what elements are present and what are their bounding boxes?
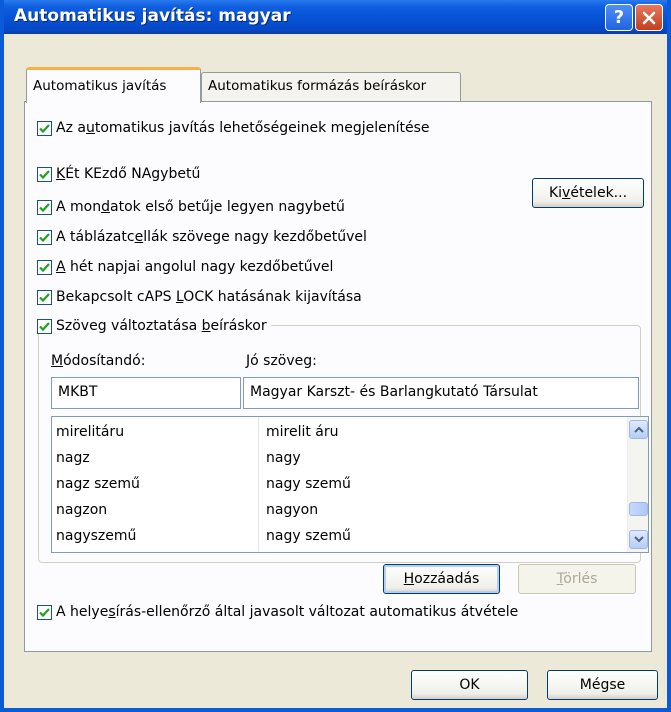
two-initial-capitals-checkbox[interactable]: [37, 166, 52, 182]
help-button[interactable]: ?: [605, 4, 633, 31]
autocorrect-entries-list[interactable]: mirelitáru mirelit áru nagz nagy nagz sz…: [51, 416, 649, 553]
button-label: OK: [459, 677, 480, 693]
checkmark-icon: [39, 607, 50, 617]
table-cells-option[interactable]: A táblázatcellák szövege nagy kezdőbetűv…: [37, 229, 367, 245]
autocorrect-dialog: Automatikus javítás: magyar ? Automatiku…: [0, 0, 671, 712]
chevron-up-icon: [633, 426, 644, 433]
checkmark-icon: [39, 123, 50, 133]
day-names-option[interactable]: A hét napjai angolul nagy kezdőbetűvel: [37, 259, 333, 275]
list-item[interactable]: nagzon nagyon: [52, 499, 629, 525]
checkmark-icon: [39, 232, 50, 242]
capitalize-sentences-checkbox[interactable]: [37, 199, 52, 215]
button-label: Mégse: [579, 677, 626, 693]
list-item-from: nagz szemű: [56, 476, 140, 492]
list-item-from: nagyszemű: [56, 528, 137, 544]
list-item[interactable]: nagz szemű nagy szemű: [52, 473, 629, 499]
help-icon: ?: [613, 7, 625, 28]
list-scrollbar[interactable]: [627, 417, 648, 552]
checkmark-icon: [39, 262, 50, 272]
list-item-to: nagy szemű: [266, 476, 351, 492]
show-buttons-option[interactable]: Az automatikus javítás lehetőségeinek me…: [37, 120, 430, 136]
list-item-from: nagz: [56, 450, 90, 466]
chevron-down-icon: [633, 536, 644, 543]
two-initial-capitals-option[interactable]: KÉt KEzdő NAgybetű: [37, 166, 200, 182]
option-label: Az automatikus javítás lehetőségeinek me…: [56, 120, 430, 136]
list-item-from: mirelitáru: [56, 424, 125, 440]
option-label: KÉt KEzdő NAgybetű: [56, 166, 201, 182]
exceptions-button[interactable]: Kivételek...: [532, 178, 644, 208]
close-button[interactable]: [635, 4, 663, 31]
day-names-checkbox[interactable]: [37, 259, 52, 275]
replace-input[interactable]: MKBT: [51, 377, 241, 409]
tab-panel: Az automatikus javítás lehetőségeinek me…: [24, 101, 652, 652]
scroll-up-button[interactable]: [629, 420, 648, 439]
scroll-thumb[interactable]: [629, 502, 648, 516]
ok-button[interactable]: OK: [411, 670, 528, 700]
list-item[interactable]: mirelitáru mirelit áru: [52, 421, 629, 447]
capitalize-sentences-option[interactable]: A mondatok első betűje legyen nagybetű: [37, 199, 345, 215]
button-label: Törlés: [556, 571, 598, 587]
tab-autocorrect[interactable]: Automatikus javítás: [26, 67, 201, 103]
replace-label: Módosítandó:: [51, 353, 146, 369]
button-label: Kivételek...: [548, 185, 628, 201]
spelling-suggestions-checkbox[interactable]: [37, 604, 52, 620]
caps-lock-option[interactable]: Bekapcsolt cAPS LOCK hatásának kijavítás…: [37, 289, 362, 305]
button-label: Hozzáadás: [403, 571, 480, 587]
table-cells-checkbox[interactable]: [37, 229, 52, 245]
delete-button[interactable]: Törlés: [518, 564, 636, 594]
tab-autoformat-as-you-type[interactable]: Automatikus formázás beíráskor: [201, 72, 461, 102]
list-item-to: nagy: [266, 450, 301, 466]
show-buttons-checkbox[interactable]: [37, 120, 52, 136]
scroll-down-button[interactable]: [629, 530, 648, 549]
option-label: A mondatok első betűje legyen nagybetű: [56, 199, 345, 215]
cancel-button[interactable]: Mégse: [547, 670, 658, 700]
list-item[interactable]: nagz nagy: [52, 447, 629, 473]
replace-text-option[interactable]: Szöveg változtatása beíráskor: [37, 318, 271, 334]
checkmark-icon: [39, 202, 50, 212]
window-title: Automatikus javítás: magyar: [14, 6, 291, 26]
tab-label: Automatikus javítás: [33, 78, 167, 94]
replace-text-checkbox[interactable]: [37, 318, 52, 334]
option-label: Bekapcsolt cAPS LOCK hatásának kijavítás…: [56, 289, 362, 305]
list-item-to: mirelit áru: [266, 424, 339, 440]
option-label: Szöveg változtatása beíráskor: [56, 318, 267, 334]
add-button[interactable]: Hozzáadás: [383, 564, 500, 594]
with-input[interactable]: Magyar Karszt- és Barlangkutató Társulat: [243, 377, 639, 409]
list-item-to: nagy szemű: [266, 528, 351, 544]
list-item-from: nagzon: [56, 502, 108, 518]
checkmark-icon: [39, 292, 50, 302]
caps-lock-checkbox[interactable]: [37, 289, 52, 305]
checkmark-icon: [39, 169, 50, 179]
list-item[interactable]: nagyszemű nagy szemű: [52, 525, 629, 551]
option-label: A táblázatcellák szövege nagy kezdőbetűv…: [56, 229, 367, 245]
title-bar[interactable]: Automatikus javítás: magyar ?: [4, 0, 667, 34]
option-label: A helyesírás-ellenőrző által javasolt vá…: [56, 604, 519, 620]
option-label: A hét napjai angolul nagy kezdőbetűvel: [56, 259, 334, 275]
checkmark-icon: [39, 321, 50, 331]
close-icon: [642, 11, 656, 24]
spelling-suggestions-option[interactable]: A helyesírás-ellenőrző által javasolt vá…: [37, 604, 518, 620]
with-label: Jó szöveg:: [246, 353, 317, 369]
tab-label: Automatikus formázás beíráskor: [208, 78, 427, 94]
list-item-to: nagyon: [266, 502, 319, 518]
